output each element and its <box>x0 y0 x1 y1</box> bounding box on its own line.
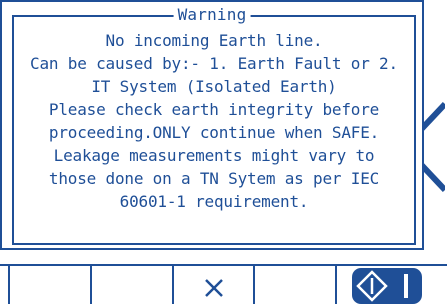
message-line: proceeding.ONLY continue when SAFE. <box>48 123 380 142</box>
dialog-title: Warning <box>173 6 251 24</box>
softkey-2[interactable] <box>92 266 172 304</box>
message-line: No incoming Earth line. <box>105 31 323 50</box>
message-line: 60601-1 requirement. <box>119 192 309 211</box>
message-line: Can be caused by:- 1. Earth Fault or 2. <box>30 54 398 73</box>
continue-button[interactable] <box>352 268 422 304</box>
softkey-4[interactable] <box>257 266 335 304</box>
warning-dialog: Warning No incoming Earth line. Can be c… <box>0 0 424 250</box>
message-line: Leakage measurements might vary to <box>53 146 375 165</box>
softkey-divider <box>335 266 337 304</box>
start-continue-icon <box>356 270 408 302</box>
softkey-1[interactable] <box>10 266 90 304</box>
close-icon <box>205 279 223 297</box>
cancel-button[interactable] <box>172 264 255 304</box>
dialog-message: No incoming Earth line. Can be caused by… <box>14 29 414 213</box>
message-line: Please check earth integrity before <box>48 100 380 119</box>
instrument-screen: Warning No incoming Earth line. Can be c… <box>0 0 447 304</box>
message-line: those done on a TN Sytem as per IEC <box>48 169 380 188</box>
softkey-bar <box>0 264 447 304</box>
message-line: IT System (Isolated Earth) <box>91 77 337 96</box>
